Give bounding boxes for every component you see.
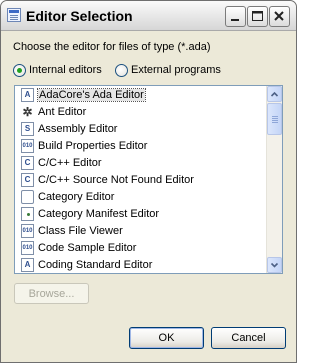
- editor-list[interactable]: A AdaCore's Ada Editor ✲ Ant Editor S As…: [14, 85, 283, 274]
- coding-standard-icon: A: [21, 258, 34, 273]
- external-programs-radio[interactable]: External programs: [115, 63, 221, 77]
- list-item-label: Code Sample Editor: [38, 242, 137, 255]
- cpp-icon: C: [21, 155, 34, 170]
- close-button[interactable]: [269, 6, 290, 27]
- list-item[interactable]: 010 Code Sample Editor: [15, 240, 268, 257]
- close-icon: [274, 11, 284, 21]
- list-item[interactable]: Category Editor: [15, 189, 268, 206]
- editor-selection-dialog: Editor Selection Choose the editor for f…: [0, 0, 297, 363]
- list-item-label: C/C++ Source Not Found Editor: [38, 174, 194, 187]
- list-item[interactable]: 010 Build Properties Editor: [15, 137, 268, 154]
- class-file-icon: 010: [21, 224, 34, 239]
- category-icon: [21, 190, 34, 205]
- editor-app-icon: [7, 8, 21, 22]
- ok-button[interactable]: OK: [129, 327, 204, 349]
- manifest-icon: [21, 207, 34, 222]
- list-item-label: C/C++ Editor: [38, 156, 102, 169]
- list-item-label: Ant Editor: [38, 105, 87, 118]
- list-item[interactable]: S Assembly Editor: [15, 120, 268, 137]
- editor-list-items: A AdaCore's Ada Editor ✲ Ant Editor S As…: [15, 86, 268, 273]
- ant-icon: ✲: [22, 104, 33, 119]
- minimize-icon: [231, 19, 239, 21]
- list-item[interactable]: C C/C++ Editor: [15, 154, 268, 171]
- scroll-thumb[interactable]: [267, 103, 282, 135]
- list-item[interactable]: 010 Class File Viewer: [15, 223, 268, 240]
- list-item[interactable]: A AdaCore's Ada Editor: [15, 86, 268, 103]
- list-item[interactable]: ✲ Ant Editor: [15, 103, 268, 120]
- scroll-down-button[interactable]: [267, 257, 282, 273]
- chevron-up-icon: [270, 91, 279, 97]
- list-item-label: Assembly Editor: [38, 122, 118, 135]
- chevron-down-icon: [270, 262, 279, 268]
- list-item-label: Coding Standard Editor: [38, 259, 153, 272]
- cpp-icon: C: [21, 173, 34, 188]
- browse-button[interactable]: Browse...: [14, 283, 89, 304]
- window-title: Editor Selection: [26, 8, 133, 24]
- ada-editor-icon: A: [21, 87, 34, 102]
- list-item-label: Build Properties Editor: [38, 139, 148, 152]
- list-item[interactable]: Category Manifest Editor: [15, 206, 268, 223]
- cancel-button[interactable]: Cancel: [211, 327, 286, 349]
- list-scrollbar[interactable]: [266, 86, 282, 273]
- file-type-prompt: Choose the editor for files of type (*.a…: [13, 41, 211, 53]
- external-programs-label[interactable]: External programs: [131, 64, 221, 76]
- list-item-label: Category Manifest Editor: [38, 208, 160, 221]
- scroll-up-button[interactable]: [267, 86, 282, 102]
- list-item-label: Class File Viewer: [38, 225, 123, 238]
- internal-editors-radio-button[interactable]: [13, 63, 26, 77]
- code-sample-icon: 010: [21, 241, 34, 256]
- list-item-label: Category Editor: [38, 191, 115, 204]
- maximize-icon: [252, 11, 263, 21]
- properties-icon: 010: [21, 138, 34, 153]
- list-item[interactable]: A Coding Standard Editor: [15, 257, 268, 273]
- assembly-icon: S: [21, 121, 34, 136]
- external-programs-radio-button[interactable]: [115, 63, 128, 77]
- list-item[interactable]: C C/C++ Source Not Found Editor: [15, 171, 268, 188]
- title-bar[interactable]: Editor Selection: [1, 1, 296, 31]
- list-item-label: AdaCore's Ada Editor: [37, 87, 146, 102]
- minimize-button[interactable]: [225, 6, 246, 27]
- internal-editors-label[interactable]: Internal editors: [29, 64, 102, 76]
- internal-editors-radio[interactable]: Internal editors: [13, 63, 102, 77]
- maximize-button[interactable]: [247, 6, 268, 27]
